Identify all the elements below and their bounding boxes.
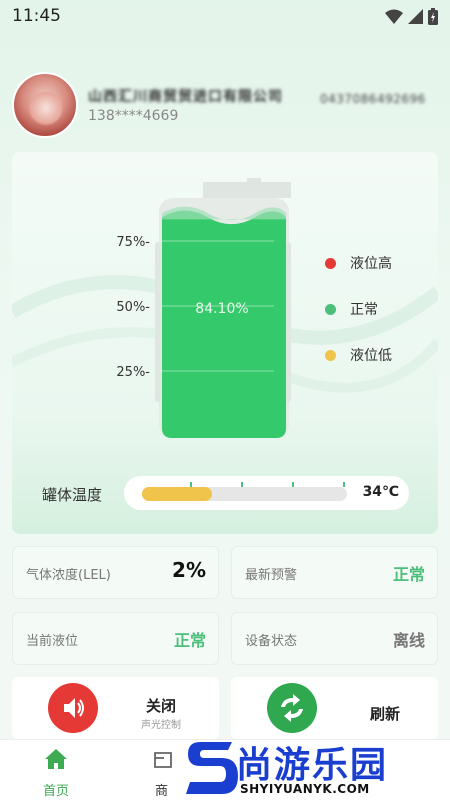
temperature-tick bbox=[343, 482, 345, 487]
legend-item-high: 液位高 bbox=[325, 252, 392, 274]
temperature-track bbox=[142, 482, 347, 501]
tick-label-25: 25%- bbox=[116, 365, 150, 380]
watermark-s-icon bbox=[186, 742, 238, 794]
info-value-gas: 2% bbox=[172, 558, 206, 582]
avatar[interactable] bbox=[12, 72, 78, 138]
watermark-logo: 尚游乐园 SHYIYUANYK.COM bbox=[178, 734, 450, 800]
company-name: 山西汇川商贸贸进口有限公司 bbox=[88, 89, 283, 105]
tick-label-50: 50%- bbox=[116, 300, 150, 315]
info-value-level: 正常 bbox=[173, 631, 206, 650]
refresh-button[interactable]: 刷新 bbox=[231, 677, 438, 739]
legend-dot-normal bbox=[325, 303, 336, 315]
legend-dot-low bbox=[325, 349, 336, 361]
tab-home-label: 首页 bbox=[42, 784, 69, 799]
status-time: 11:45 bbox=[12, 6, 61, 26]
temperature-panel: 34℃ bbox=[124, 476, 409, 510]
level-percent-label: 84.10% bbox=[195, 301, 248, 317]
temperature-tick bbox=[190, 482, 192, 487]
info-card-gas: 气体浓度(LEL) 2% bbox=[12, 546, 219, 599]
info-card-level: 当前液位 正常 bbox=[12, 612, 219, 665]
info-card-warning: 最新预警 正常 bbox=[231, 546, 438, 599]
wifi-icon bbox=[385, 9, 403, 24]
sound-button-title: 关闭 bbox=[146, 697, 177, 715]
speaker-icon bbox=[48, 683, 98, 733]
refresh-button-title: 刷新 bbox=[370, 705, 401, 723]
tank-card: 75%- 50%- 25%- 84.10% 液位高 正常 液位低 罐体温度 34… bbox=[12, 152, 438, 534]
home-icon bbox=[45, 749, 67, 769]
info-label-gas: 气体浓度(LEL) bbox=[26, 568, 111, 583]
legend-label-normal: 正常 bbox=[350, 302, 378, 318]
temperature-label: 罐体温度 bbox=[42, 486, 103, 504]
info-value-device: 离线 bbox=[392, 631, 425, 650]
watermark-text: 尚游乐园 bbox=[236, 745, 389, 786]
legend-item-low: 液位低 bbox=[325, 344, 392, 366]
tab-shop-label: 商 bbox=[155, 784, 169, 799]
legend-dot-high bbox=[325, 257, 336, 269]
phone-number: 138****4669 bbox=[88, 108, 179, 124]
watermark-url: SHYIYUANYK.COM bbox=[240, 782, 370, 796]
signal-icon bbox=[408, 9, 423, 24]
company-code: 0437086492696 bbox=[320, 92, 426, 106]
tick-label-75: 75%- bbox=[116, 235, 150, 250]
legend-label-low: 液位低 bbox=[350, 348, 392, 364]
temperature-tick bbox=[241, 482, 243, 487]
info-label-device: 设备状态 bbox=[245, 634, 298, 649]
legend: 液位高 正常 液位低 bbox=[325, 252, 392, 390]
profile-header: 山西汇川商贸贸进口有限公司 0437086492696 138****4669 bbox=[12, 72, 442, 138]
tab-home[interactable]: 首页 bbox=[6, 740, 106, 800]
legend-label-high: 液位高 bbox=[350, 256, 392, 272]
battery-icon bbox=[428, 8, 438, 25]
sound-light-control-button[interactable]: 关闭 声光控制 bbox=[12, 677, 219, 739]
temperature-tick bbox=[292, 482, 294, 487]
info-value-warning: 正常 bbox=[392, 565, 425, 584]
tank-liquid-fill bbox=[162, 210, 286, 438]
temperature-row: 罐体温度 34℃ bbox=[12, 476, 438, 512]
sound-button-subtitle: 声光控制 bbox=[141, 720, 181, 731]
info-card-device: 设备状态 离线 bbox=[231, 612, 438, 665]
temperature-fill bbox=[142, 487, 212, 501]
legend-item-normal: 正常 bbox=[325, 298, 392, 320]
info-label-warning: 最新预警 bbox=[245, 568, 298, 583]
shop-icon bbox=[154, 752, 172, 768]
status-bar: 11:45 bbox=[0, 0, 450, 34]
info-label-level: 当前液位 bbox=[26, 634, 79, 649]
temperature-value: 34℃ bbox=[362, 484, 399, 500]
status-icons bbox=[385, 8, 438, 25]
refresh-icon bbox=[267, 683, 317, 733]
